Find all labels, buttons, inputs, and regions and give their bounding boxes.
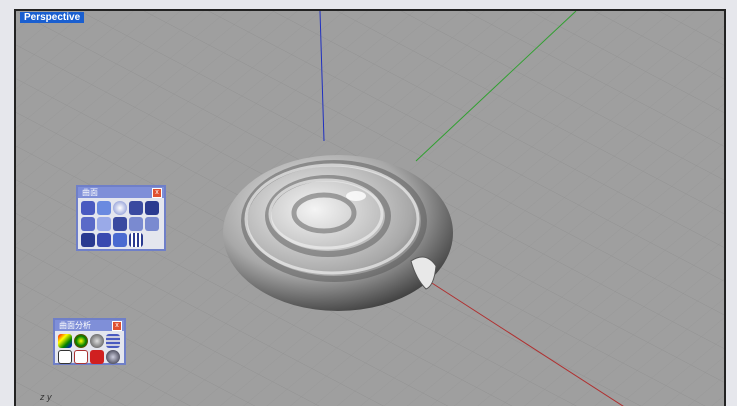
extrude-icon[interactable] xyxy=(145,201,159,215)
curvature-analysis-icon[interactable] xyxy=(58,334,72,348)
revolve-icon[interactable] xyxy=(81,233,95,247)
check-icon[interactable] xyxy=(90,350,104,364)
patch-icon[interactable] xyxy=(97,217,111,231)
surface-analysis-toolbar-header[interactable]: 曲面分析 x xyxy=(55,320,124,331)
heightfield-icon[interactable] xyxy=(113,233,127,247)
surface-toolbar-header[interactable]: 曲面 x xyxy=(78,187,164,198)
planar-surface-icon[interactable] xyxy=(97,201,111,215)
surface-analysis-toolbar-title: 曲面分析 xyxy=(59,321,91,330)
sweep1-icon[interactable] xyxy=(129,217,143,231)
surface-analysis-toolbar[interactable]: 曲面分析 x xyxy=(53,318,126,365)
rail-revolve-icon[interactable] xyxy=(97,233,111,247)
loft-icon[interactable] xyxy=(81,217,95,231)
emap-icon[interactable] xyxy=(74,350,88,364)
surface-toolbar-title: 曲面 xyxy=(82,188,98,197)
sweep2-icon[interactable] xyxy=(145,217,159,231)
sphere-icon[interactable] xyxy=(113,201,127,215)
surface-network-icon[interactable] xyxy=(129,201,143,215)
environment-map-icon[interactable] xyxy=(90,334,104,348)
close-icon[interactable]: x xyxy=(152,188,162,198)
surface-toolbar[interactable]: 曲面 x xyxy=(76,185,166,251)
axis-indicator: z y xyxy=(40,392,52,402)
edge-analysis-icon[interactable] xyxy=(58,350,72,364)
spiral-surface xyxy=(223,155,453,311)
draft-angle-icon[interactable] xyxy=(74,334,88,348)
surface-corner-points-icon[interactable] xyxy=(81,201,95,215)
viewport-title[interactable]: Perspective xyxy=(20,12,85,23)
zebra-icon[interactable] xyxy=(106,334,120,348)
close-icon[interactable]: x xyxy=(112,321,122,331)
edge-surface-icon[interactable] xyxy=(113,217,127,231)
point-grid-icon[interactable] xyxy=(129,233,143,247)
render-icon[interactable] xyxy=(106,350,120,364)
